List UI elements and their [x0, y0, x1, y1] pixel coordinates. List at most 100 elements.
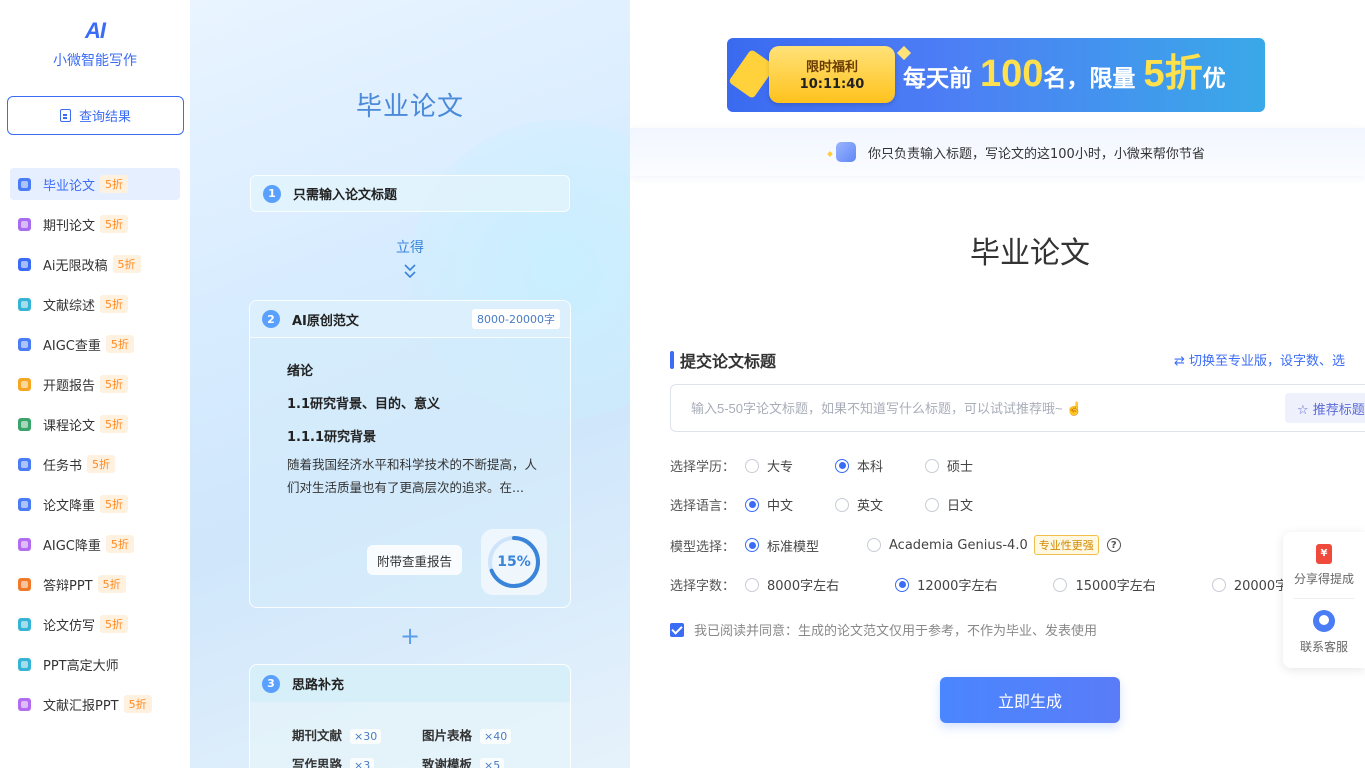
- promo-banner[interactable]: 限时福利 10:11:40 每天前 100名，限量 5折优: [727, 38, 1265, 112]
- sidebar-item-label: 论文仿写: [43, 618, 96, 634]
- radio-icon[interactable]: [745, 538, 759, 552]
- model-option[interactable]: Academia Genius-4.0: [867, 538, 1028, 553]
- words-option[interactable]: 12000字左右: [895, 575, 997, 594]
- logo-mark: AI: [85, 18, 106, 43]
- sidebar-item[interactable]: AIGC查重 5折: [10, 328, 180, 360]
- switch-pro-link[interactable]: ⇄ 切换至专业版，设字数、选: [1174, 350, 1345, 369]
- similarity-ring: 15%: [481, 529, 547, 595]
- main-panel: 限时福利 10:11:40 每天前 100名，限量 5折优 你只负责输入标题，写…: [630, 0, 1365, 768]
- sidebar-item-label: Ai无限改稿: [43, 258, 108, 274]
- step-3-label: 思路补充: [292, 678, 345, 693]
- sidebar-item-label: 论文降重: [43, 498, 96, 514]
- sidebar-item[interactable]: 论文仿写 5折: [10, 608, 180, 640]
- headset-icon: [1313, 609, 1335, 632]
- limited-offer-ticket: 限时福利 10:11:40: [769, 46, 895, 103]
- option-label: 日文: [947, 499, 974, 514]
- extra-label: 期刊文献: [292, 728, 343, 743]
- degree-label: 选择学历：: [670, 460, 736, 475]
- banner-discount: 5折: [1143, 53, 1203, 95]
- model-label: 模型选择：: [670, 539, 736, 555]
- radio-icon[interactable]: [1211, 577, 1226, 592]
- promo-title: 毕业论文: [355, 92, 464, 122]
- extra-label: 致谢模板: [422, 757, 473, 768]
- sidebar-item[interactable]: Ai无限改稿 5折: [10, 248, 180, 280]
- sidebar-item[interactable]: 期刊论文 5折: [10, 208, 180, 240]
- words-option[interactable]: 15000字左右: [1053, 575, 1156, 594]
- discount-badge: 5折: [100, 495, 129, 513]
- sidebar-item[interactable]: 答辩PPT 5折: [10, 568, 180, 600]
- option-label: 英文: [857, 499, 884, 514]
- language-option[interactable]: 英文: [835, 495, 883, 514]
- extras-grid: 期刊文献 ×30 图片表格 ×40 写作思路 ×3 致谢模板 ×5: [292, 725, 552, 768]
- pro-tag: 专业性更强: [1033, 535, 1099, 555]
- degree-option[interactable]: 硕士: [925, 456, 973, 475]
- radio-icon[interactable]: [745, 497, 759, 512]
- option-label: 8000字左右: [767, 579, 840, 594]
- slogan-text: 你只负责输入标题，写论文的这100小时，小微来帮你节省: [868, 146, 1205, 162]
- radio-icon[interactable]: [745, 577, 759, 592]
- degree-option[interactable]: 大专: [745, 456, 793, 475]
- radio-icon[interactable]: [745, 458, 759, 473]
- discount-badge: 5折: [100, 375, 129, 393]
- outline-h3: 1.1.1研究背景: [287, 430, 377, 445]
- agreement[interactable]: 我已阅读并同意：生成的论文范文仅用于参考，不作为毕业、发表使用: [670, 620, 1097, 639]
- share-commission-button[interactable]: ¥ 分享得提成: [1283, 532, 1365, 598]
- section-heading: 提交论文标题: [670, 348, 776, 372]
- language-option[interactable]: 日文: [925, 495, 973, 514]
- sidebar-item[interactable]: AIGC降重 5折: [10, 528, 180, 560]
- ticket-title: 限时福利: [805, 60, 858, 75]
- discount-badge: 5折: [112, 255, 141, 273]
- extra-multiplier: ×3: [350, 758, 375, 768]
- sidebar-item[interactable]: 文献综述 5折: [10, 288, 180, 320]
- floating-toolbar: ¥ 分享得提成 联系客服: [1283, 532, 1365, 668]
- model-row: 模型选择： 标准模型 Academia Genius-4.0 专业性更强 ?: [670, 535, 1121, 555]
- sidebar-item[interactable]: 任务书 5折: [10, 448, 180, 480]
- agree-checkbox[interactable]: [670, 622, 684, 637]
- degree-option[interactable]: 本科: [835, 456, 883, 475]
- ppt-master-icon: [18, 657, 31, 671]
- thesis-title-input[interactable]: [670, 384, 1365, 432]
- sidebar-item[interactable]: 课程论文 5折: [10, 408, 180, 440]
- extra-item: 写作思路 ×3: [292, 754, 422, 768]
- radio-icon[interactable]: [835, 458, 850, 473]
- arrow-text: 立得: [396, 240, 424, 256]
- sidebar-item[interactable]: 论文降重 5折: [10, 488, 180, 520]
- radio-icon[interactable]: [925, 458, 940, 473]
- sidebar-item-label: 答辩PPT: [43, 578, 93, 594]
- radio-icon[interactable]: [925, 497, 940, 512]
- discount-badge: 5折: [100, 615, 129, 633]
- radio-icon[interactable]: [895, 577, 910, 592]
- generate-button[interactable]: 立即生成: [940, 677, 1120, 723]
- contact-support-button[interactable]: 联系客服: [1283, 599, 1365, 665]
- discount-badge: 5折: [100, 415, 129, 433]
- radio-icon[interactable]: [835, 497, 850, 512]
- sidebar-item[interactable]: 毕业论文 5折: [10, 168, 180, 200]
- radio-icon[interactable]: [867, 538, 882, 552]
- promo-panel: 毕业论文 1 只需输入论文标题 立得 2 AI原创范文 8000-20000字 …: [190, 0, 630, 768]
- sidebar-item[interactable]: PPT高定大师: [10, 648, 180, 680]
- sidebar-item[interactable]: 文献汇报PPT 5折: [10, 688, 180, 720]
- sample-outline: 绪论 1.1研究背景、目的、意义 1.1.1研究背景 随着我国经济水平和科学技术…: [250, 338, 570, 499]
- support-label: 联系客服: [1299, 639, 1348, 654]
- graduation-cap-icon: [18, 177, 31, 191]
- slogan-bar: 你只负责输入标题，写论文的这100小时，小微来帮你节省: [630, 128, 1365, 176]
- help-icon[interactable]: ?: [1106, 538, 1121, 552]
- step-3-number: 3: [262, 674, 280, 693]
- query-results-button[interactable]: 查询结果: [7, 96, 184, 135]
- model-option[interactable]: 标准模型: [745, 536, 819, 555]
- recommend-title-button[interactable]: ☆ 推荐标题: [1285, 393, 1365, 423]
- sidebar-item-label: AIGC降重: [43, 538, 101, 554]
- language-options: 中文 英文 日文: [745, 495, 973, 514]
- option-label: 12000字左右: [917, 579, 998, 594]
- banner-text-c: 优: [1202, 66, 1226, 92]
- logo[interactable]: AI 小微智能写作: [0, 18, 190, 70]
- degree-options: 大专 本科 硕士: [745, 456, 973, 475]
- app-name: 小微智能写作: [53, 53, 137, 69]
- model-options: 标准模型 Academia Genius-4.0: [745, 536, 1028, 555]
- sidebar-item-label: 期刊论文: [43, 218, 96, 234]
- sidebar-item[interactable]: 开题报告 5折: [10, 368, 180, 400]
- step-1-label: 只需输入论文标题: [293, 188, 398, 203]
- words-option[interactable]: 8000字左右: [745, 575, 839, 594]
- language-option[interactable]: 中文: [745, 495, 793, 514]
- radio-icon[interactable]: [1053, 577, 1068, 592]
